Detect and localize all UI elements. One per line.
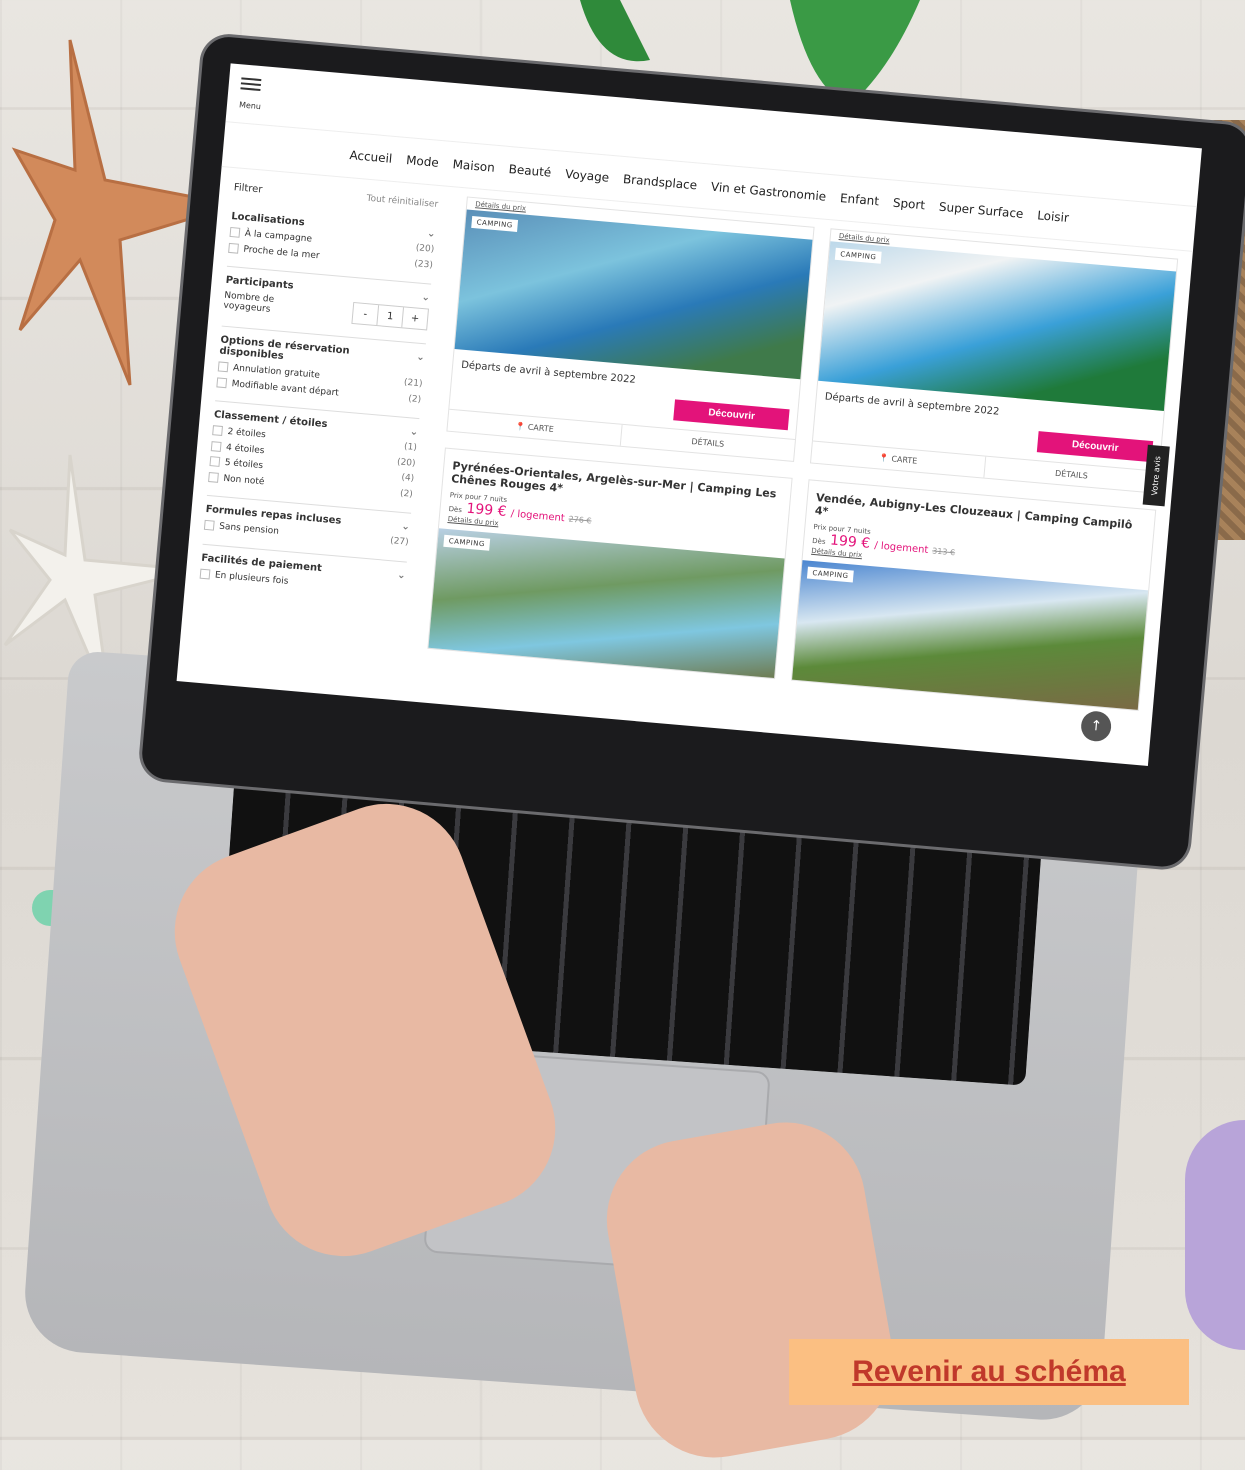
old-price: 313 € [931,546,956,558]
option-count: (27) [389,536,409,548]
from-label: Dès [448,505,463,515]
content: Filtrer Tout réinitialiser Localisations… [181,167,1193,720]
decrement-button[interactable]: - [352,303,380,326]
nav-item-beaute[interactable]: Beauté [508,162,552,180]
option-count: (23) [413,258,434,271]
nav-item-voyage[interactable]: Voyage [565,167,610,185]
nav-item-maison[interactable]: Maison [452,157,495,175]
nav-item-enfant[interactable]: Enfant [839,191,879,208]
checkbox[interactable] [208,471,219,483]
option-label: À la campagne [244,228,313,245]
camping-photo[interactable]: CAMPING [792,560,1149,710]
nav-item-vin[interactable]: Vin et Gastronomie [710,180,826,204]
back-to-schema-button[interactable]: Revenir au schéma [789,1339,1189,1405]
nav-item-accueil[interactable]: Accueil [349,148,393,166]
nav-item-loisir[interactable]: Loisir [1037,208,1070,225]
option-count: (2) [399,488,414,500]
category-badge: CAMPING [806,566,854,583]
checkbox[interactable] [229,226,241,238]
map-label: CARTE [891,454,918,466]
filter-sidebar: Filtrer Tout réinitialiser Localisations… [181,167,454,656]
option-count: (20) [396,456,416,469]
option-count: (21) [403,377,423,390]
option-label: 2 étoiles [227,426,267,441]
laptop-lid: Menu Accueil Mode Maison Beauté Voyage B… [140,35,1245,869]
nav-item-brandsplace[interactable]: Brandsplace [622,172,697,192]
option-label: 4 étoiles [225,442,265,456]
from-label: Dès [811,536,826,546]
option-label: Non noté [222,473,265,487]
nav-item-super-surface[interactable]: Super Surface [938,200,1024,221]
option-label: En plusieurs fois [214,569,289,587]
camping-photo[interactable]: CAMPING [428,528,785,679]
result-card[interactable]: Détails du prix CAMPING Départs de avril… [446,196,815,462]
map-pin-icon: 📍 [514,421,526,432]
filter-classement: Classement / étoiles ⌄ 2 étoiles (1) 4 éto… [206,401,420,514]
category-badge: CAMPING [443,534,491,551]
option-label: Annulation gratuite [232,363,321,381]
map-pin-icon: 📍 [878,453,890,464]
results-grid: Détails du prix CAMPING Départs de avril… [413,187,1193,720]
category-badge: CAMPING [834,247,882,264]
chevron-down-icon: ⌄ [409,426,419,439]
option-count: (4) [400,472,415,484]
participants-label: Nombre de voyageurs [223,290,275,315]
option-label: Proche de la mer [243,244,320,261]
chevron-down-icon: ⌄ [426,228,436,240]
result-card[interactable]: Pyrénées-Orientales, Argelès-sur-Mer | C… [427,447,793,680]
menu-button[interactable]: Menu [238,74,281,117]
option-label: Modifiable avant départ [231,378,340,398]
camping-photo[interactable]: CAMPING [818,241,1177,412]
section-title: Participants [225,274,294,292]
old-price: 276 € [568,514,592,526]
quantity-stepper[interactable]: - 1 + [351,301,430,331]
section-title: Localisations [230,211,306,229]
checkbox[interactable] [212,425,223,437]
category-badge: CAMPING [471,215,519,232]
chevron-down-icon: ⌄ [396,569,407,582]
chevron-down-icon: ⌄ [421,291,431,304]
option-count: (20) [415,243,435,255]
nav-item-sport[interactable]: Sport [892,196,925,213]
hamburger-icon [240,82,261,87]
reset-filters-link[interactable]: Tout réinitialiser [366,194,438,211]
increment-button[interactable]: + [402,307,428,329]
quantity-value: 1 [377,305,405,328]
camping-photo[interactable]: CAMPING [454,209,813,380]
map-label: CARTE [527,422,555,434]
back-to-schema-label: Revenir au schéma [852,1355,1126,1388]
chevron-down-icon: ⌄ [401,521,411,533]
hamburger-icon [241,77,262,82]
nav-item-mode[interactable]: Mode [406,153,440,170]
checkbox[interactable] [199,568,211,579]
purple-plate [1185,1120,1245,1350]
option-count: (2) [407,393,422,405]
screen: Menu Accueil Mode Maison Beauté Voyage B… [176,63,1202,766]
result-card[interactable]: Vendée, Aubigny-Les Clouzeaux | Camping … [790,479,1157,711]
result-card[interactable]: Détails du prix CAMPING Départs de avril… [809,228,1179,494]
filter-title: Filtrer [233,182,263,196]
checkbox[interactable] [217,361,229,373]
checkbox[interactable] [228,242,239,254]
option-label: 5 étoiles [224,457,264,472]
checkbox[interactable] [216,376,228,388]
menu-label: Menu [238,100,262,112]
hamburger-icon [240,87,261,92]
chevron-down-icon: ⌄ [415,351,426,364]
checkbox[interactable] [209,456,221,467]
checkbox[interactable] [210,440,222,452]
checkbox[interactable] [203,519,215,531]
arrow-up-icon: ↑ [1089,717,1103,735]
option-label: Sans pension [218,521,280,537]
option-count: (1) [403,441,418,454]
